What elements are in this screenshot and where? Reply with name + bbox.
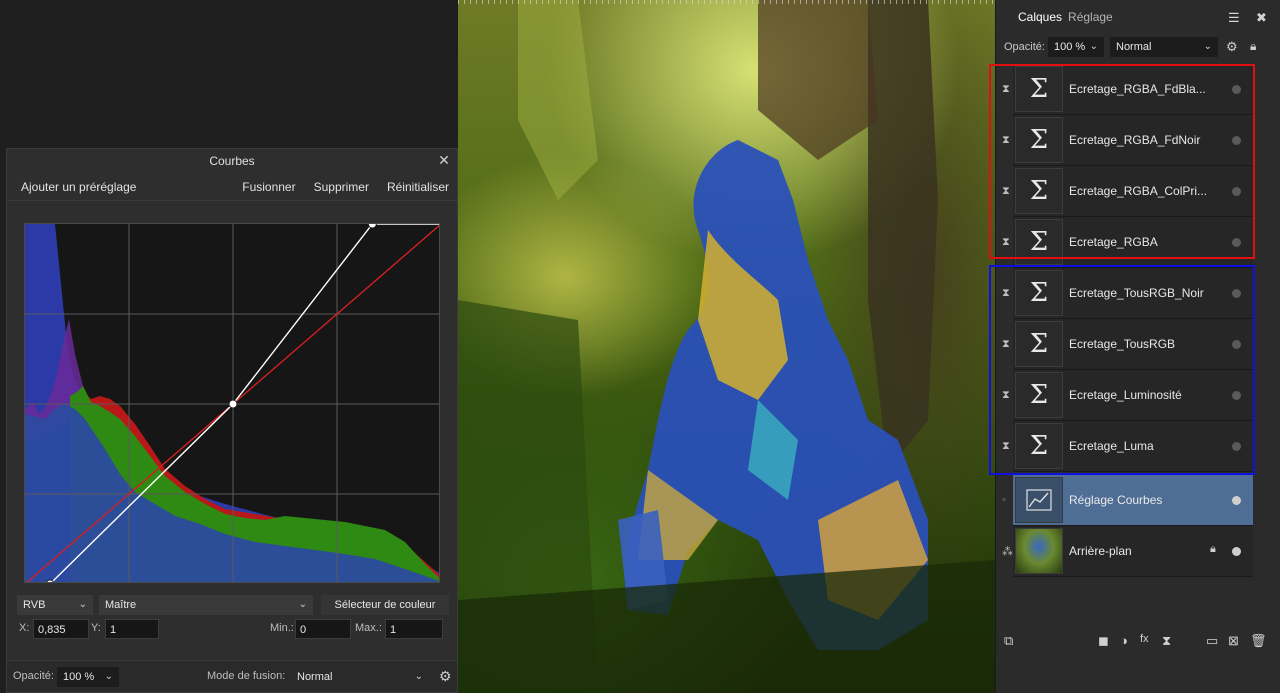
channel-dropdown[interactable]: RVB ⌄ (17, 595, 93, 615)
visibility-icon[interactable] (1232, 547, 1241, 556)
fx-icon[interactable]: fx (1140, 633, 1149, 645)
layers-stack-icon[interactable]: ⧉ (1004, 633, 1013, 649)
opacity-value: 100 % (63, 671, 95, 683)
duplicate-icon[interactable]: ⊠ (1228, 633, 1239, 649)
tab-reglage[interactable]: Réglage (1068, 10, 1113, 24)
min-input[interactable]: 0 (295, 619, 351, 639)
curve-control-point[interactable] (367, 224, 377, 229)
reset-button[interactable]: Réinitialiser (387, 180, 449, 194)
chevron-down-icon: ⌄ (1089, 41, 1098, 52)
curves-graph-svg[interactable] (25, 224, 440, 583)
curves-toolbar: Ajouter un préréglage Fusionner Supprime… (7, 173, 457, 201)
adjustment-icon[interactable]: ◑ (1120, 633, 1128, 648)
channel-value: RVB (23, 599, 46, 611)
panel-opacity-label: Opacité: (1004, 41, 1045, 53)
pixel-layer-icon: ⁂ (1002, 546, 1013, 558)
app-window: Courbes ✕ Ajouter un préréglage Fusionne… (0, 0, 1280, 693)
layer-thumbnail (1015, 477, 1063, 523)
min-label: Min.: (270, 622, 294, 634)
max-label: Max.: (355, 622, 382, 634)
layer-name: Réglage Courbes (1069, 493, 1163, 507)
curves-dialog: Courbes ✕ Ajouter un préréglage Fusionne… (6, 148, 458, 693)
layer-name: Arrière-plan (1069, 544, 1132, 558)
merge-button[interactable]: Fusionner (242, 180, 295, 194)
expand-icon[interactable]: ◦ (1002, 494, 1006, 506)
chevron-down-icon: ⌄ (414, 671, 423, 682)
top-ruler (458, 0, 995, 4)
trash-icon[interactable]: 🗑︎ (1250, 633, 1267, 649)
curves-icon (1026, 489, 1052, 511)
chevron-down-icon: ⌄ (1203, 41, 1212, 52)
panel-blend-dropdown[interactable]: Normal ⌄ (1110, 37, 1218, 57)
close-icon[interactable]: ✖ (1256, 10, 1267, 26)
folder-icon[interactable]: ▭ (1206, 633, 1218, 649)
lock-icon[interactable]: 🔒︎ (1210, 543, 1216, 556)
curves-footer: Opacité: 100 % ⌄ Mode de fusion: Normal … (7, 660, 457, 692)
layer-row-selected[interactable]: ◦ Réglage Courbes (996, 475, 1253, 526)
panel-tabs: Calques Réglage ☰ ✖ (996, 0, 1280, 34)
panel-opacity-dropdown[interactable]: 100 % ⌄ (1048, 37, 1104, 57)
panel-opacity-value: 100 % (1054, 41, 1086, 53)
curve-control-point[interactable] (228, 399, 238, 409)
blend-mode-label: Mode de fusion: (207, 670, 286, 682)
mask-icon[interactable]: ◼ (1098, 633, 1109, 649)
blend-mode-value: Normal (297, 671, 333, 683)
photo-illustration (458, 0, 995, 693)
mode-value: Maître (105, 599, 137, 611)
panel-footer-toolbar: ⧉ ◼ ◑ fx ⧗ ▭ ⊠ 🗑︎ (996, 629, 1280, 655)
y-label: Y: (91, 622, 101, 634)
live-filter-icon[interactable]: ⧗ (1162, 633, 1171, 649)
chevron-down-icon: ⌄ (298, 599, 307, 610)
delete-button[interactable]: Supprimer (314, 180, 369, 194)
image-thumbnail (1015, 528, 1063, 574)
blend-mode-dropdown[interactable]: Normal ⌄ (291, 667, 429, 687)
visibility-icon[interactable] (1232, 496, 1241, 505)
max-input[interactable]: 1 (385, 619, 443, 639)
gear-icon[interactable]: ⚙ (439, 668, 452, 685)
color-picker-label: Sélecteur de couleur (334, 599, 436, 611)
channel-row: RVB ⌄ Maître ⌄ Sélecteur de couleur (17, 595, 449, 615)
canvas-photo[interactable] (458, 0, 995, 693)
close-icon[interactable]: ✕ (437, 153, 451, 167)
panel-blend-value: Normal (1116, 41, 1152, 53)
curves-title: Courbes (209, 154, 255, 168)
chevron-down-icon: ⌄ (104, 671, 113, 682)
tab-calques[interactable]: Calques (1018, 10, 1062, 24)
gear-icon[interactable]: ⚙ (1226, 39, 1238, 55)
coordinates-row: X: 0,835 Y: 1 Min.: 0 Max.: 1 (17, 619, 449, 641)
highlight-box-red (989, 64, 1255, 259)
add-preset-button[interactable]: Ajouter un préréglage (21, 180, 136, 194)
mode-dropdown[interactable]: Maître ⌄ (99, 595, 313, 615)
x-input[interactable]: 0,835 (33, 619, 89, 639)
y-input[interactable]: 1 (105, 619, 159, 639)
menu-icon[interactable]: ☰ (1228, 10, 1240, 26)
panel-options-row: Opacité: 100 % ⌄ Normal ⌄ ⚙ 🔒︎ (996, 34, 1280, 60)
curves-graph[interactable] (24, 223, 440, 583)
x-label: X: (19, 622, 30, 634)
curves-title-bar[interactable]: Courbes ✕ (7, 149, 457, 173)
highlight-box-blue (989, 265, 1255, 475)
layer-row[interactable]: ⁂ Arrière-plan 🔒︎ (996, 526, 1253, 577)
color-picker-button[interactable]: Sélecteur de couleur (321, 595, 449, 615)
chevron-down-icon: ⌄ (78, 599, 87, 610)
opacity-dropdown[interactable]: 100 % ⌄ (57, 667, 119, 687)
opacity-label: Opacité: (13, 670, 54, 682)
lock-icon[interactable]: 🔒︎ (1250, 39, 1256, 54)
